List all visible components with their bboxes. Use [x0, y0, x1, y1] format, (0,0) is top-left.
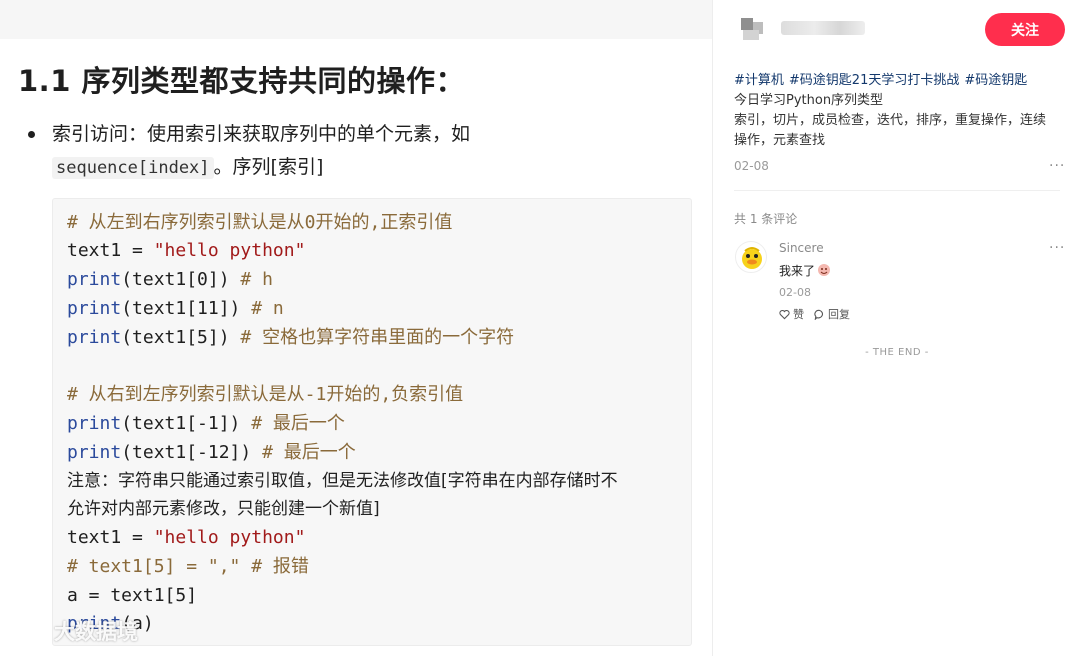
watermark: 大数据境 [8, 616, 138, 646]
post-tags: #计算机 #码途钥匙21天学习打卡挑战 #码途钥匙 [734, 69, 1032, 88]
post-text-line: 索引，切片，成员检查，迭代，排序，重复操作，连续 [734, 113, 1047, 128]
comment-username[interactable]: Sincere [779, 241, 824, 255]
comment-date: 02-08 [779, 286, 811, 299]
emoji-icon [818, 264, 831, 276]
tag-link[interactable]: #码途钥匙21天学习打卡挑战 [789, 73, 959, 88]
more-icon[interactable]: ··· [1049, 158, 1065, 174]
note-image: 1.1 序列类型都支持共同的操作： 索引访问：使用索引来获取序列中的单个元素，如… [0, 0, 712, 656]
divider [734, 190, 1060, 191]
comment-actions: 赞 回复 [779, 306, 850, 322]
code-block: # 从左到右序列索引默认是从0开始的,正索引值 text1 = "hello p… [52, 198, 692, 646]
the-end: - THE END - [865, 347, 929, 358]
post-text-line: 操作，元素查找 [734, 133, 826, 148]
note-heading: 1.1 序列类型都支持共同的操作： [18, 64, 465, 98]
side-panel: 关注 #计算机 #码途钥匙21天学习打卡挑战 #码途钥匙 今日学习Python序列类… [712, 0, 1080, 656]
duck-avatar-icon [742, 247, 762, 269]
code-line: # 从左到右序列索引默认是从0开始的,正索引值 [67, 212, 453, 233]
bullet-dot [28, 131, 35, 138]
reply-label: 回复 [828, 308, 850, 321]
watermark-text: 大数据境 [54, 620, 138, 644]
bullet-line-2: sequence[index] 。序列[索引] [52, 152, 323, 179]
code-line: print(text1[-12]) # 最后一个 [67, 442, 356, 463]
follow-button[interactable]: 关注 [985, 13, 1065, 46]
bullet-text-2: 。序列[索引] [213, 156, 324, 178]
tag-link[interactable]: #计算机 [734, 73, 784, 88]
watermark-logo-icon [8, 620, 47, 641]
more-icon[interactable]: ··· [1049, 240, 1065, 256]
tag-link[interactable]: #码途钥匙 [964, 73, 1027, 88]
code-line: print(text1[5]) # 空格也算字符串里面的一个字符 [67, 327, 515, 348]
post-date: 02-08 [734, 159, 769, 173]
comment-body: 我来了 [779, 264, 816, 278]
comment-icon [814, 309, 824, 320]
reply-button[interactable]: 回复 [814, 306, 850, 322]
inline-code: sequence[index] [52, 157, 214, 179]
image-top-bar [0, 0, 712, 39]
code-line: print(text1[0]) # h [67, 269, 273, 290]
author-name-blurred[interactable] [781, 21, 865, 35]
code-line: text1 = "hello python" [67, 240, 306, 261]
heart-icon [779, 309, 790, 319]
comment-text: 我来了 [779, 262, 831, 279]
comment-count: 共 1 条评论 [734, 212, 798, 226]
bullet-text-1: 索引访问：使用索引来获取序列中的单个元素，如 [52, 123, 471, 145]
code-line: # text1[5] = "," # 报错 [67, 556, 309, 577]
like-button[interactable]: 赞 [779, 306, 804, 322]
author-avatar[interactable] [741, 16, 773, 42]
post-text-line: 今日学习Python序列类型 [734, 93, 884, 108]
comment-avatar[interactable] [735, 241, 767, 273]
code-line: # 从右到左序列索引默认是从-1开始的,负索引值 [67, 384, 464, 405]
code-line: text1 = "hello python" [67, 527, 306, 548]
code-line: a = text1[5] [67, 585, 198, 606]
code-note: 允许对内部元素修改，只能创建一个新值] [67, 499, 380, 519]
code-line: print(text1[11]) # n [67, 298, 284, 319]
like-label: 赞 [793, 308, 804, 321]
code-line: print(text1[-1]) # 最后一个 [67, 413, 345, 434]
code-note: 注意：字符串只能通过索引取值，但是无法修改值[字符串在内部存储时不 [67, 471, 618, 491]
